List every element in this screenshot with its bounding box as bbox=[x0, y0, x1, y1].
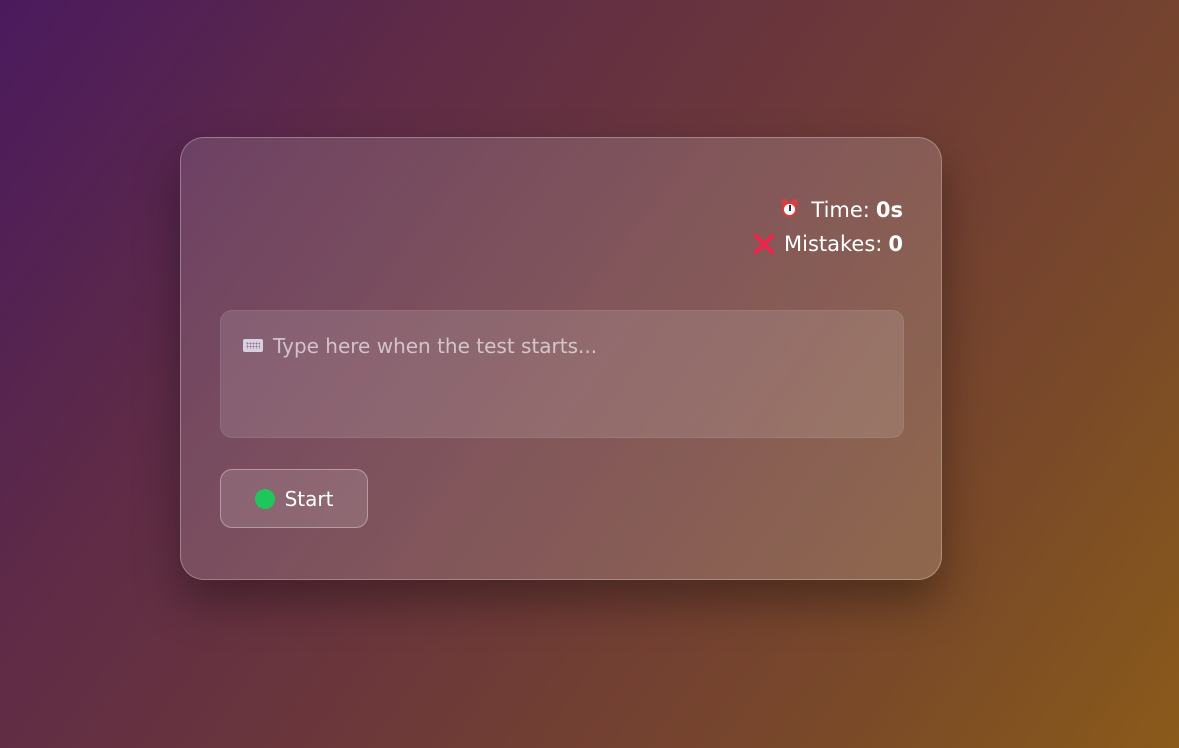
mistakes-value: 0 bbox=[888, 232, 903, 256]
mistakes-stat: Mistakes: 0 bbox=[752, 227, 903, 261]
time-value: 0s bbox=[875, 198, 903, 222]
red-x-icon bbox=[752, 232, 776, 256]
typing-test-card: Time: 0s Mistakes: 0 Type here when the … bbox=[180, 137, 942, 580]
mistakes-label: Mistakes: bbox=[784, 232, 883, 256]
keyboard-icon bbox=[243, 339, 263, 352]
alarm-clock-icon bbox=[779, 197, 803, 222]
typing-placeholder: Type here when the test starts... bbox=[273, 334, 598, 358]
time-stat: Time: 0s bbox=[752, 193, 903, 227]
start-button-label: Start bbox=[284, 486, 334, 511]
green-circle-icon bbox=[254, 488, 275, 509]
stats-panel: Time: 0s Mistakes: 0 bbox=[752, 193, 903, 261]
start-button[interactable]: Start bbox=[220, 469, 368, 528]
typing-input[interactable]: Type here when the test starts... bbox=[220, 310, 904, 438]
time-label: Time: bbox=[811, 198, 870, 222]
